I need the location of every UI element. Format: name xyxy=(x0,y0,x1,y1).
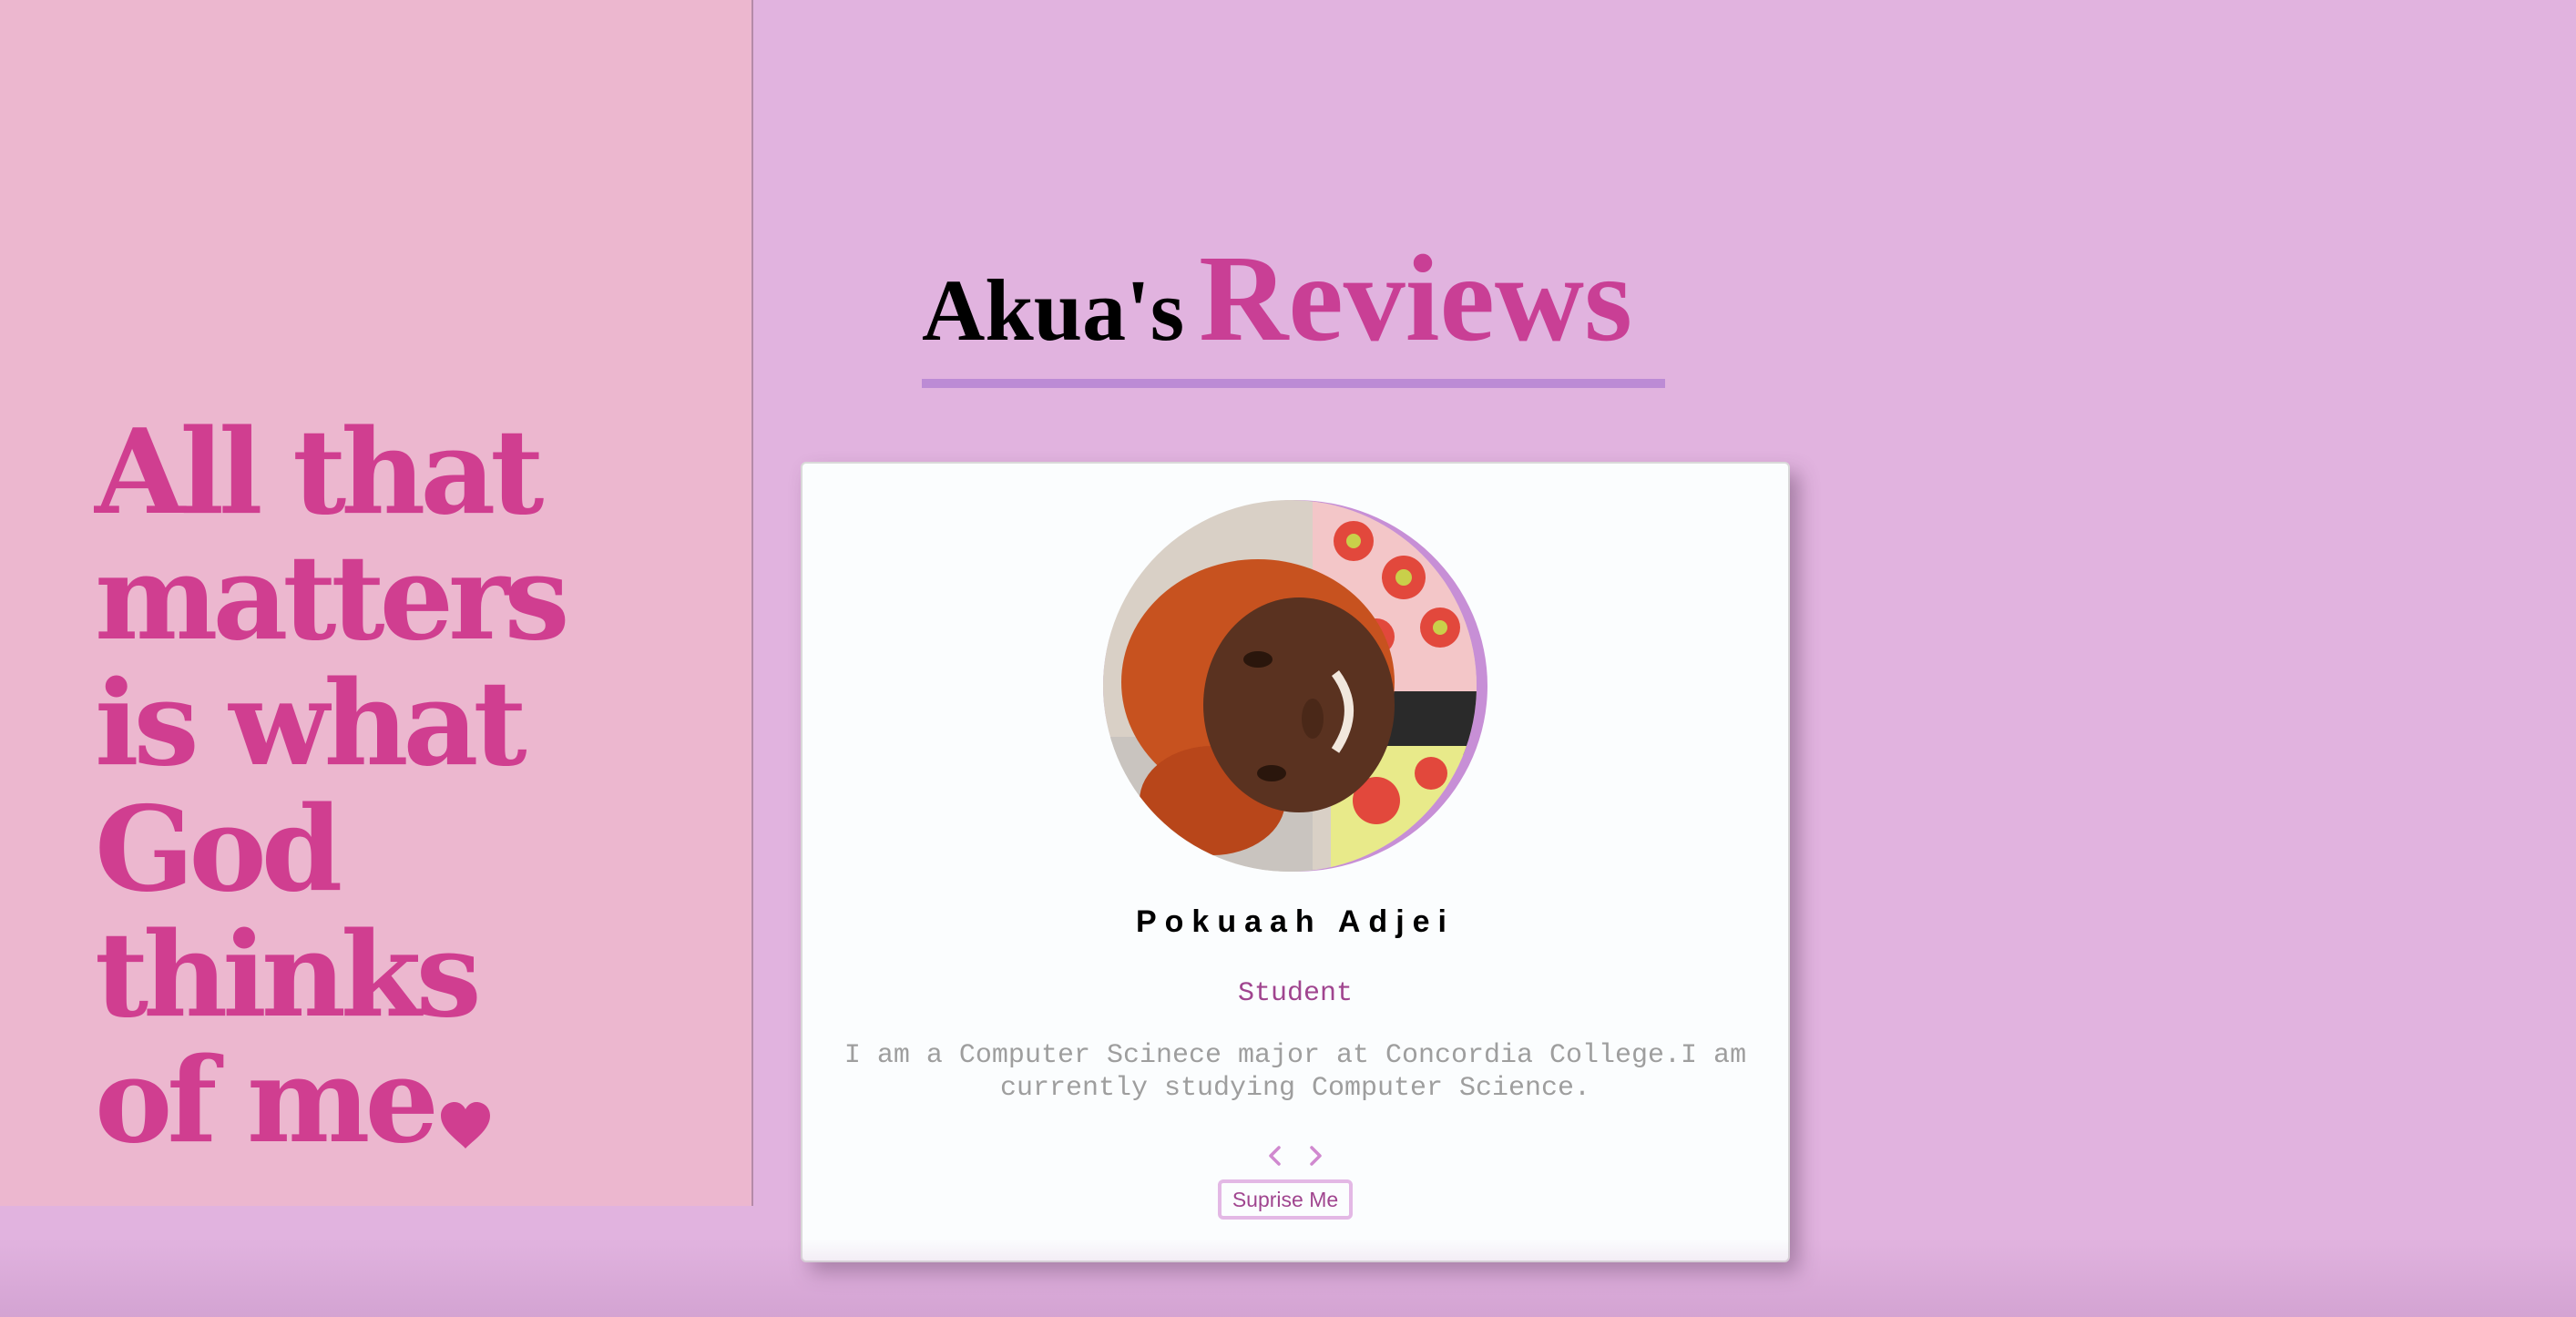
reviewer-role: Student xyxy=(1237,978,1354,1009)
quote-line: All that xyxy=(95,404,544,541)
bottom-shade xyxy=(0,1239,2576,1317)
next-button[interactable] xyxy=(1297,1138,1334,1174)
chevron-right-icon xyxy=(1310,1146,1322,1166)
quote-line: of me xyxy=(95,1033,439,1169)
heading-owner: Akua's xyxy=(922,261,1185,359)
surprise-me-button[interactable]: Suprise Me xyxy=(1218,1179,1353,1220)
chevron-left-icon xyxy=(1269,1146,1281,1166)
quote-line: God xyxy=(95,781,342,918)
review-text: I am a Computer Scinece major at Concord… xyxy=(843,1040,1747,1104)
heading-title: Reviews xyxy=(1199,230,1633,367)
person-photo xyxy=(1103,500,1477,872)
quote-line: matters xyxy=(95,530,570,667)
review-navigation xyxy=(1257,1138,1334,1174)
prev-button[interactable] xyxy=(1257,1138,1293,1174)
heading-underline xyxy=(922,379,1665,388)
quote-text: All that matters is what God thinks of m… xyxy=(95,410,732,1164)
heart-icon xyxy=(439,1049,492,1149)
quote-last-line: of me xyxy=(95,1038,732,1164)
page-heading: Akua's Reviews xyxy=(922,228,1632,383)
review-card: Pokuaah Adjei Student I am a Computer Sc… xyxy=(801,462,1790,1262)
reviewer-name: Pokuaah Adjei xyxy=(1135,904,1456,939)
quote-panel: All that matters is what God thinks of m… xyxy=(0,0,753,1206)
quote-line: thinks xyxy=(95,907,482,1044)
quote-line: is what xyxy=(95,656,527,792)
page: All that matters is what God thinks of m… xyxy=(0,0,2576,1317)
avatar xyxy=(1103,500,1477,872)
